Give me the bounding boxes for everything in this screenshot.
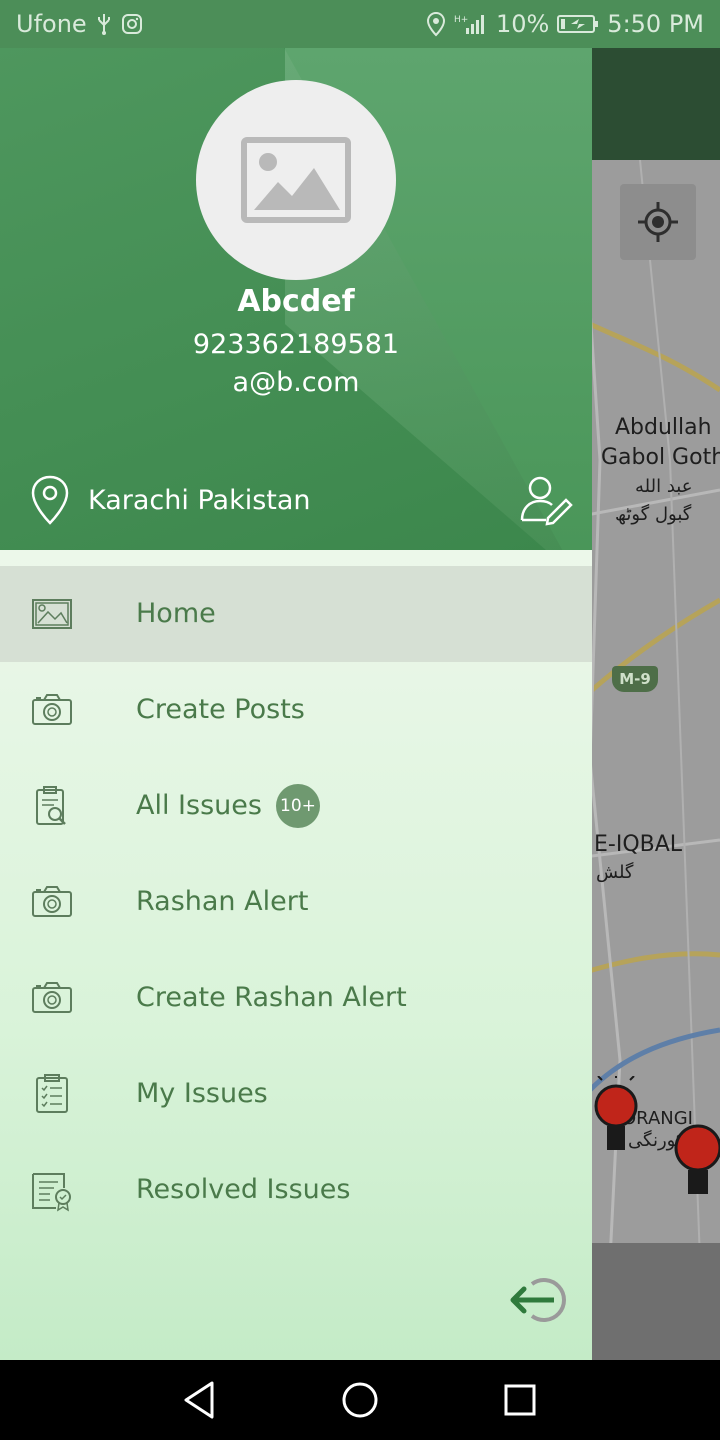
- status-bar: Ufone H+ 10% 5:50 PM: [0, 0, 720, 48]
- certificate-icon: [32, 1173, 71, 1212]
- user-name: Abcdef: [237, 284, 355, 319]
- recents-button[interactable]: [480, 1360, 560, 1440]
- camera-icon: [32, 886, 72, 917]
- carrier-name: Ufone: [16, 10, 87, 38]
- camera-icon: [32, 982, 72, 1013]
- user-phone: 923362189581: [192, 329, 400, 360]
- home-button[interactable]: [320, 1360, 400, 1440]
- home-gallery-icon: [32, 599, 72, 629]
- menu-label-create-rashan-alert: Create Rashan Alert: [136, 982, 407, 1013]
- map-pin-icon: [31, 475, 69, 525]
- menu-item-create-rashan-alert[interactable]: Create Rashan Alert: [0, 950, 592, 1046]
- user-location: Karachi Pakistan: [30, 474, 311, 526]
- menu-item-my-issues[interactable]: My Issues: [0, 1046, 592, 1142]
- menu-item-rashan-alert[interactable]: Rashan Alert: [0, 854, 592, 950]
- logout-icon[interactable]: [510, 1276, 574, 1324]
- system-navigation-bar: [0, 1360, 720, 1440]
- menu-label-my-issues: My Issues: [136, 1078, 268, 1109]
- menu-label-create-posts: Create Posts: [136, 694, 305, 725]
- edit-profile-icon[interactable]: [518, 472, 574, 528]
- back-triangle-icon: [184, 1381, 214, 1419]
- drawer-header: Abcdef 923362189581 a@b.com Karachi Paki…: [0, 48, 592, 550]
- image-placeholder-icon: [241, 137, 351, 223]
- drawer-menu: Home Create Posts All Issues 10+ Rashan …: [0, 566, 592, 1238]
- checklist-icon: [36, 1074, 68, 1113]
- battery-percent: 10%: [495, 10, 550, 38]
- highway-shield: M-9: [612, 666, 658, 692]
- location-icon: [426, 11, 446, 37]
- location-text: Karachi Pakistan: [88, 484, 311, 516]
- user-email: a@b.com: [232, 367, 360, 398]
- camera-icon: [32, 694, 72, 725]
- home-circle-icon: [342, 1382, 378, 1418]
- signal-icon: H+: [454, 12, 488, 36]
- status-time: 5:50 PM: [607, 10, 704, 38]
- menu-label-resolved-issues: Resolved Issues: [136, 1174, 351, 1205]
- map-label-urdu-2: گبول گوٹھ: [615, 504, 692, 525]
- avatar[interactable]: [196, 80, 396, 280]
- recents-square-icon: [504, 1384, 536, 1416]
- menu-label-home: Home: [136, 598, 216, 629]
- navigation-drawer: Abcdef 923362189581 a@b.com Karachi Paki…: [0, 48, 592, 1360]
- issue-marker-bulb-icon[interactable]: [594, 1076, 638, 1166]
- instagram-icon: [121, 13, 143, 35]
- issues-count-badge: 10+: [276, 784, 320, 828]
- menu-item-all-issues[interactable]: All Issues 10+: [0, 758, 592, 854]
- menu-item-home[interactable]: Home: [0, 566, 592, 662]
- menu-label-all-issues: All Issues: [136, 790, 262, 821]
- menu-item-resolved-issues[interactable]: Resolved Issues: [0, 1142, 592, 1238]
- map-label-abdullah: Abdullah: [615, 415, 712, 440]
- menu-item-create-posts[interactable]: Create Posts: [0, 662, 592, 758]
- my-location-button[interactable]: [620, 184, 696, 260]
- back-button[interactable]: [160, 1360, 240, 1440]
- map-label-gabol-goth: Gabol Goth: [601, 445, 720, 470]
- search-document-icon: [36, 786, 66, 825]
- crosshair-icon: [638, 202, 678, 242]
- map-label-urdu-1: عبد الله: [635, 476, 693, 497]
- battery-charging-icon: [557, 13, 599, 35]
- menu-label-rashan-alert: Rashan Alert: [136, 886, 309, 917]
- issue-marker-bulb-icon-2[interactable]: [674, 1108, 720, 1208]
- usb-icon: [95, 12, 113, 36]
- svg-text:H+: H+: [454, 15, 468, 25]
- map-label-iqbal: E-IQBAL: [594, 832, 683, 857]
- map-label-iqbal-urdu: گلش: [596, 862, 634, 883]
